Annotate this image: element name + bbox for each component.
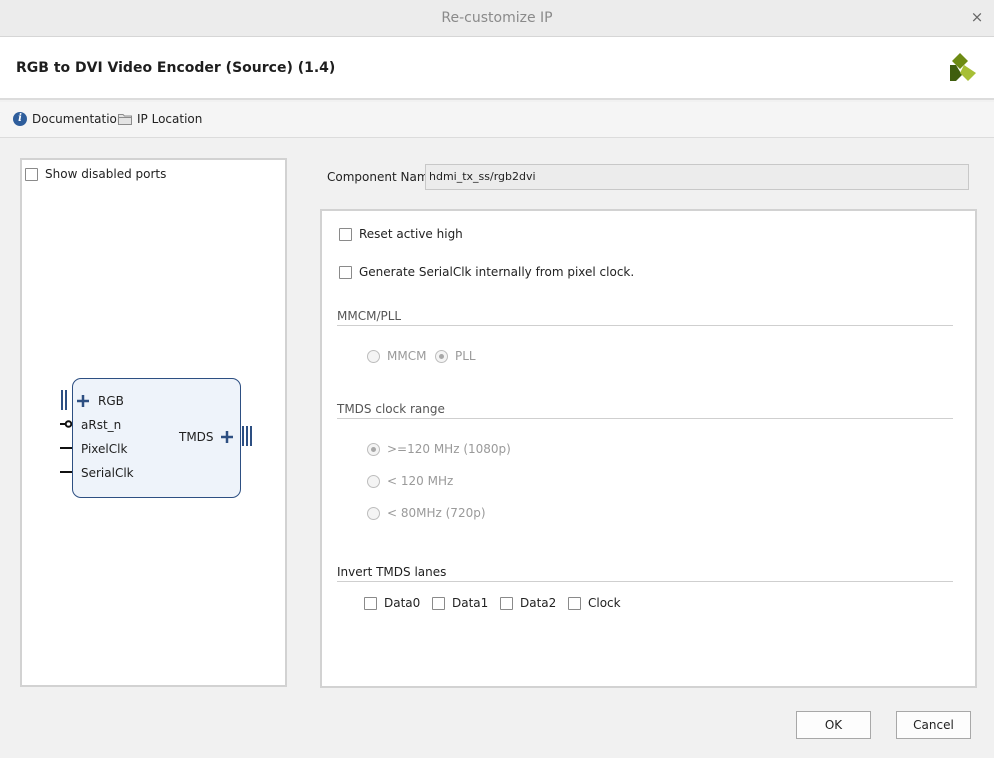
mmcm-radio-option[interactable]: MMCM: [367, 349, 426, 363]
range-below-120-option[interactable]: < 120 MHz: [367, 474, 453, 488]
folder-icon: [118, 114, 132, 125]
lane-data0-label: Data0: [384, 596, 421, 610]
port-rgb: RGB: [98, 394, 124, 408]
toolbar: i Documentation IP Location: [0, 102, 994, 138]
component-name-label: Component Name: [327, 170, 436, 184]
range-1080p-option[interactable]: >=120 MHz (1080p): [367, 442, 511, 456]
range-720p-option[interactable]: < 80MHz (720p): [367, 506, 486, 520]
port-arst-n: aRst_n: [81, 418, 122, 432]
configuration-panel: Reset active high Generate SerialClk int…: [320, 209, 977, 688]
documentation-label: Documentation: [32, 112, 125, 126]
range-1080p-label: >=120 MHz (1080p): [387, 442, 511, 456]
mmcm-radio[interactable]: [367, 349, 380, 363]
ip-location-link[interactable]: IP Location: [118, 112, 202, 126]
ip-location-label: IP Location: [137, 112, 203, 126]
close-icon[interactable]: ×: [968, 8, 986, 26]
range-720p-radio[interactable]: [367, 506, 380, 520]
lane-data1-checkbox[interactable]: [432, 596, 445, 610]
lane-data1-option[interactable]: Data1: [432, 596, 488, 610]
port-tmds: TMDS: [179, 430, 214, 444]
window-titlebar: Re-customize IP ×: [0, 0, 994, 37]
ip-title: RGB to DVI Video Encoder (Source) (1.4): [16, 60, 336, 76]
mmcm-label: MMCM: [387, 349, 427, 363]
pll-label: PLL: [455, 349, 476, 363]
tmds-clock-range-title: TMDS clock range: [337, 402, 445, 416]
documentation-link[interactable]: i Documentation: [13, 112, 125, 126]
ok-button[interactable]: OK: [796, 711, 871, 739]
lane-clock-label: Clock: [588, 596, 621, 610]
info-icon: i: [13, 112, 27, 126]
show-disabled-ports-label: Show disabled ports: [45, 167, 167, 181]
generate-serialclk-checkbox[interactable]: [339, 265, 352, 279]
range-1080p-radio[interactable]: [367, 442, 380, 456]
cancel-button[interactable]: Cancel: [896, 711, 971, 739]
lane-data2-option[interactable]: Data2: [500, 596, 556, 610]
lane-data0-option[interactable]: Data0: [364, 596, 420, 610]
port-pixelclk: PixelClk: [81, 442, 128, 456]
pll-radio-option[interactable]: PLL: [435, 349, 476, 363]
range-below-120-label: < 120 MHz: [387, 474, 454, 488]
generate-serialclk-option[interactable]: Generate SerialClk internally from pixel…: [339, 265, 634, 279]
show-disabled-ports-option[interactable]: Show disabled ports: [25, 167, 166, 181]
tmds-bus-stub: [242, 426, 252, 446]
port-serialclk: SerialClk: [81, 466, 134, 480]
generate-serialclk-label: Generate SerialClk internally from pixel…: [359, 265, 635, 279]
reset-active-high-option[interactable]: Reset active high: [339, 227, 463, 241]
mmcm-pll-title: MMCM/PLL: [337, 309, 402, 323]
symbol-panel: Show disabled ports RGB aRst_n PixelClk …: [20, 158, 287, 687]
rgb2dvi-block[interactable]: RGB aRst_n PixelClk SerialClk TMDS: [72, 378, 241, 498]
invert-tmds-divider: [337, 581, 953, 582]
lane-data2-label: Data2: [520, 596, 557, 610]
tmds-expand-icon[interactable]: [220, 430, 234, 444]
rgb-expand-icon[interactable]: [76, 394, 90, 408]
lane-data0-checkbox[interactable]: [364, 596, 377, 610]
xilinx-logo: [950, 53, 976, 81]
reset-active-high-checkbox[interactable]: [339, 227, 352, 241]
lane-data2-checkbox[interactable]: [500, 596, 513, 610]
pll-radio[interactable]: [435, 349, 448, 363]
reset-active-high-label: Reset active high: [359, 227, 463, 241]
lane-clock-checkbox[interactable]: [568, 596, 581, 610]
mmcm-pll-divider: [337, 325, 953, 326]
invert-tmds-title: Invert TMDS lanes: [337, 565, 447, 579]
tmds-clock-range-divider: [337, 418, 953, 419]
show-disabled-ports-checkbox[interactable]: [25, 167, 38, 181]
ip-header: RGB to DVI Video Encoder (Source) (1.4): [0, 37, 994, 100]
lane-clock-option[interactable]: Clock: [568, 596, 621, 610]
lane-data1-label: Data1: [452, 596, 489, 610]
component-name-field[interactable]: hdmi_tx_ss/rgb2dvi: [425, 164, 969, 190]
window-title: Re-customize IP: [441, 10, 553, 26]
range-below-120-radio[interactable]: [367, 474, 380, 488]
range-720p-label: < 80MHz (720p): [387, 506, 486, 520]
